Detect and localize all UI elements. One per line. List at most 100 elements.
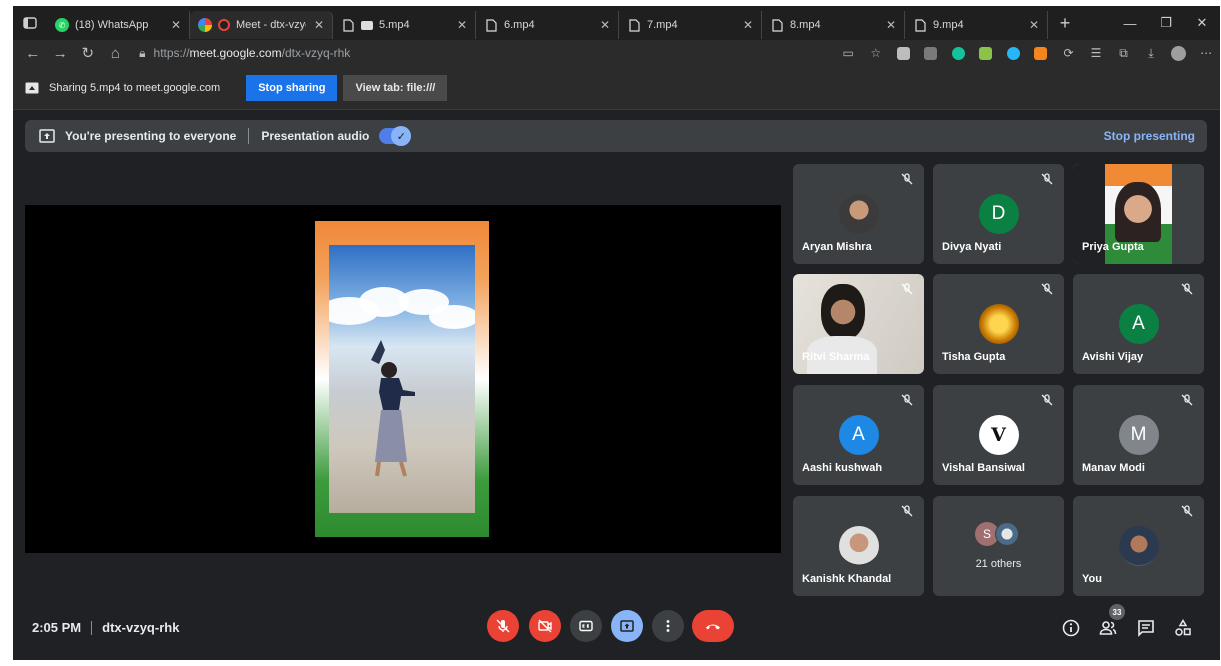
mic-off-icon	[1178, 280, 1196, 298]
close-tab-icon[interactable]: ✕	[314, 18, 324, 32]
participant-tile[interactable]: M Manav Modi	[1073, 385, 1204, 485]
mic-toggle-button[interactable]	[487, 610, 519, 642]
site-info-icon[interactable]: 🔒︎	[139, 46, 145, 61]
close-tab-icon[interactable]: ✕	[457, 18, 467, 32]
hang-up-icon	[706, 624, 720, 630]
meet-call-area: You're presenting to everyone Presentati…	[13, 110, 1220, 660]
leave-call-button[interactable]	[692, 610, 734, 642]
minimize-icon[interactable]: —	[1112, 6, 1148, 40]
participant-tile[interactable]: Tisha Gupta	[933, 274, 1064, 374]
participant-logo: V	[978, 415, 1019, 455]
mic-off-icon	[1038, 391, 1056, 409]
extension-icon[interactable]	[1000, 40, 1028, 66]
self-tile[interactable]: You	[1073, 496, 1204, 596]
people-button[interactable]	[1097, 617, 1119, 639]
tab-6mp4[interactable]: 6.mp4 ✕	[476, 11, 619, 39]
tab-9mp4[interactable]: 9.mp4 ✕	[905, 11, 1048, 39]
favorite-star-icon[interactable]: ☆	[862, 40, 890, 66]
presentation-audio-toggle[interactable]: ✓	[379, 126, 412, 146]
people-count-badge: 33	[1109, 604, 1125, 620]
checkmark-icon: ✓	[391, 126, 412, 146]
more-options-button[interactable]	[652, 610, 684, 642]
participant-name: Ritvi Sharma	[802, 351, 870, 363]
close-tab-icon[interactable]: ✕	[1029, 18, 1039, 32]
downloads-icon[interactable]: ⤓	[1137, 40, 1165, 66]
present-now-button[interactable]	[611, 610, 643, 642]
mic-off-icon	[898, 170, 916, 188]
presenting-text: You're presenting to everyone	[65, 129, 237, 143]
stop-sharing-button[interactable]: Stop sharing	[246, 74, 338, 101]
sharing-status-text: Sharing 5.mp4 to meet.google.com	[49, 81, 221, 94]
tab-8mp4[interactable]: 8.mp4 ✕	[762, 11, 905, 39]
favorites-icon[interactable]: ☰	[1082, 40, 1110, 66]
presenting-banner: You're presenting to everyone Presentati…	[25, 120, 1207, 152]
tab-meet[interactable]: Meet - dtx-vzyq- ✕	[190, 11, 333, 39]
url-field[interactable]: 🔒︎ https://meet.google.com/dtx-vzyq-rhk	[139, 42, 714, 64]
mic-off-icon	[1038, 280, 1056, 298]
file-icon	[770, 18, 784, 32]
download-extension-icon[interactable]	[972, 40, 1000, 66]
tab-7mp4[interactable]: 7.mp4 ✕	[619, 11, 762, 39]
grammarly-icon[interactable]	[945, 40, 973, 66]
tab-actions-icon[interactable]	[13, 6, 47, 40]
participant-tile[interactable]: D Divya Nyati	[933, 164, 1064, 264]
participant-tile[interactable]: Ritvi Sharma	[793, 274, 924, 374]
participant-tile[interactable]: A Avishi Vijay	[1073, 274, 1204, 374]
tab-label: 5.mp4	[379, 19, 410, 31]
chat-button[interactable]	[1135, 617, 1157, 639]
camera-toggle-button[interactable]	[529, 610, 561, 642]
profile-avatar-icon[interactable]	[1165, 40, 1193, 66]
close-window-icon[interactable]: ✕	[1184, 6, 1220, 40]
captions-button[interactable]	[570, 610, 602, 642]
participant-tile[interactable]: V Vishal Bansiwal	[933, 385, 1064, 485]
participant-tile[interactable]: A Aashi kushwah	[793, 385, 924, 485]
participant-tile[interactable]: Aryan Mishra	[793, 164, 924, 264]
more-menu-icon[interactable]: ⋯	[1192, 40, 1220, 66]
present-screen-icon	[620, 620, 634, 632]
browser-tab-strip: ✆ (18) WhatsApp ✕ Meet - dtx-vzyq- ✕ 5.m…	[13, 6, 1220, 40]
close-tab-icon[interactable]: ✕	[600, 18, 610, 32]
participant-avatar: A	[1118, 304, 1159, 344]
whatsapp-icon: ✆	[55, 18, 69, 32]
tile-padding	[1172, 164, 1204, 264]
activities-button[interactable]	[1172, 617, 1194, 639]
forward-icon[interactable]: →	[47, 40, 75, 66]
participant-name: Aryan Mishra	[802, 241, 872, 253]
others-tile[interactable]: S 21 others	[933, 496, 1064, 596]
extension-icon[interactable]	[890, 40, 918, 66]
stop-presenting-button[interactable]: Stop presenting	[1104, 129, 1195, 143]
file-icon	[341, 18, 355, 32]
back-icon[interactable]: ←	[19, 40, 47, 66]
mic-off-icon	[1178, 502, 1196, 520]
mic-off-icon	[496, 619, 510, 633]
reload-icon[interactable]: ↻	[74, 40, 102, 66]
file-icon	[484, 18, 498, 32]
collections-icon[interactable]: ⧉	[1110, 40, 1138, 66]
meeting-details: 2:05 PM dtx-vzyq-rhk	[32, 620, 179, 635]
tab-whatsapp[interactable]: ✆ (18) WhatsApp ✕	[47, 11, 190, 39]
new-tab-button[interactable]: +	[1048, 6, 1082, 40]
participant-tile[interactable]: Kanishk Khandal	[793, 496, 924, 596]
participant-tile[interactable]: Priya Gupta	[1073, 164, 1204, 264]
extensions-puzzle-icon[interactable]: ⟳	[1055, 40, 1083, 66]
home-icon[interactable]: ⌂	[102, 40, 130, 66]
close-tab-icon[interactable]: ✕	[171, 18, 181, 32]
participant-name: Kanishk Khandal	[802, 573, 892, 585]
restore-icon[interactable]: ❐	[1148, 6, 1184, 40]
camera-icon[interactable]: ▭	[834, 40, 862, 66]
divider	[248, 128, 250, 144]
meet-icon	[198, 18, 212, 32]
file-icon	[913, 18, 927, 32]
url-path: /dtx-vzyq-rhk	[281, 46, 351, 60]
extension-icon[interactable]	[917, 40, 945, 66]
tab-5mp4[interactable]: 5.mp4 ✕	[333, 11, 476, 39]
tab-label: 7.mp4	[647, 19, 678, 31]
view-tab-button[interactable]: View tab: file:///	[343, 74, 448, 101]
meeting-details-button[interactable]	[1060, 617, 1082, 639]
close-tab-icon[interactable]: ✕	[886, 18, 896, 32]
close-tab-icon[interactable]: ✕	[743, 18, 753, 32]
chat-icon	[1138, 620, 1154, 637]
metamask-icon[interactable]	[1027, 40, 1055, 66]
activities-icon	[1175, 619, 1191, 636]
participant-name: Aashi kushwah	[802, 462, 883, 474]
